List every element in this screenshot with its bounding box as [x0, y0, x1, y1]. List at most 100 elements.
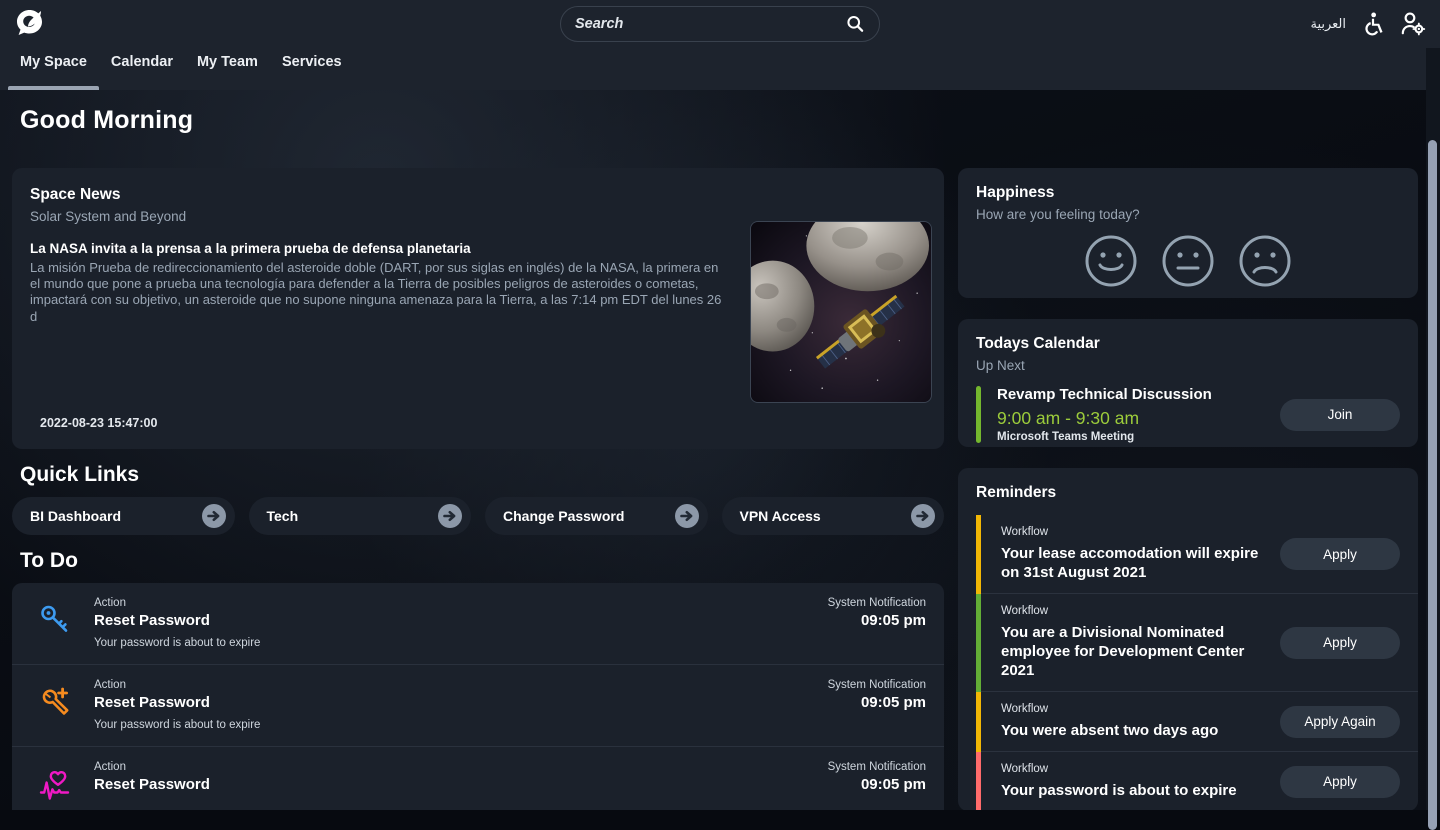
happiness-subtitle: How are you feeling today? [976, 207, 1400, 222]
todo-item-desc: Your password is about to expire [94, 637, 828, 649]
table-row[interactable]: Action Reset Password System Notificatio… [12, 747, 944, 810]
tab-label: Calendar [111, 54, 173, 70]
wheelchair-icon[interactable] [1360, 11, 1386, 37]
list-item[interactable]: Workflow You are a Divisional Nominated … [958, 594, 1418, 692]
sad-face-icon[interactable] [1238, 234, 1292, 288]
reminder-text-block: Workflow Your password is about to expir… [1001, 763, 1280, 800]
todo-item-content: Action Reset Password Your password is a… [94, 597, 828, 649]
todo-item-kind: Action [94, 679, 828, 691]
tab-calendar[interactable]: Calendar [99, 48, 185, 90]
reminders-title: Reminders [958, 484, 1418, 502]
mood-options [976, 234, 1400, 288]
news-image[interactable] [750, 221, 932, 403]
quick-link-vpn-access[interactable]: VPN Access [722, 497, 945, 535]
quick-links-row: BI Dashboard Tech Change Password [12, 497, 944, 535]
todo-item-meta: System Notification 09:05 pm [828, 761, 926, 793]
tab-services[interactable]: Services [270, 48, 354, 90]
reminder-apply-again-button[interactable]: Apply Again [1280, 706, 1400, 738]
reminders-list: Workflow Your lease accomodation will ex… [958, 515, 1418, 810]
list-item[interactable]: Workflow Your password is about to expir… [958, 752, 1418, 810]
right-column: Happiness How are you feeling today? [958, 168, 1418, 810]
todo-title: To Do [20, 549, 944, 573]
arrow-right-circle-icon[interactable] [437, 503, 463, 529]
todo-item-name: Reset Password [94, 694, 828, 711]
key-icon [38, 603, 72, 637]
news-body-text: La misión Prueba de redireccionamiento d… [30, 260, 730, 325]
todays-calendar-card: Todays Calendar Up Next Revamp Technical… [958, 319, 1418, 447]
reminder-apply-button[interactable]: Apply [1280, 538, 1400, 570]
user-settings-icon[interactable] [1400, 11, 1426, 37]
reminder-content: Workflow You are a Divisional Nominated … [981, 594, 1418, 692]
table-row[interactable]: Action Reset Password Your password is a… [12, 665, 944, 747]
page-content: Good Morning Space News Solar System and… [0, 90, 1440, 810]
arrow-right-circle-icon[interactable] [910, 503, 936, 529]
happy-face-icon[interactable] [1084, 234, 1138, 288]
reminder-text: You were absent two days ago [1001, 721, 1268, 740]
page-scrollbar-track[interactable] [1426, 48, 1440, 810]
reminder-text: Your password is about to expire [1001, 781, 1268, 800]
happiness-title: Happiness [976, 184, 1400, 202]
reminder-kind: Workflow [1001, 763, 1268, 775]
quick-link-change-password[interactable]: Change Password [485, 497, 708, 535]
todo-item-meta: System Notification 09:05 pm [828, 597, 926, 629]
page-scrollbar-thumb[interactable] [1428, 140, 1437, 830]
search-icon[interactable] [845, 14, 865, 34]
tab-my-team[interactable]: My Team [185, 48, 270, 90]
reminder-content: Workflow You were absent two days ago Ap… [981, 692, 1418, 752]
todo-item-source: System Notification [828, 679, 926, 691]
todo-item-time: 09:05 pm [828, 694, 926, 711]
arrow-right-circle-icon[interactable] [201, 503, 227, 529]
calendar-event: Revamp Technical Discussion 9:00 am - 9:… [976, 386, 1400, 443]
tab-my-space[interactable]: My Space [8, 48, 99, 90]
reminders-card: Reminders Workflow Your lease accomodati… [958, 468, 1418, 810]
space-news-card: Space News Solar System and Beyond La NA… [12, 168, 944, 449]
tab-label: My Space [20, 54, 87, 70]
todo-item-name: Reset Password [94, 776, 828, 793]
todo-item-kind: Action [94, 761, 828, 773]
todo-item-content: Action Reset Password Your password is a… [94, 679, 828, 731]
todo-item-name: Reset Password [94, 612, 828, 629]
quick-link-label: Change Password [503, 508, 674, 524]
reminder-text-block: Workflow You were absent two days ago [1001, 703, 1280, 740]
quick-links-title: Quick Links [20, 463, 944, 487]
todo-item-desc: Your password is about to expire [94, 719, 828, 731]
reminder-apply-button[interactable]: Apply [1280, 766, 1400, 798]
list-item[interactable]: Workflow You were absent two days ago Ap… [958, 692, 1418, 752]
reminder-content: Workflow Your password is about to expir… [981, 752, 1418, 810]
neutral-face-icon[interactable] [1161, 234, 1215, 288]
reminder-kind: Workflow [1001, 703, 1268, 715]
app-logo[interactable] [0, 0, 60, 48]
event-time: 9:00 am - 9:30 am [997, 408, 1280, 429]
quick-link-label: BI Dashboard [30, 508, 201, 524]
wrench-plus-icon [38, 685, 72, 719]
tab-label: My Team [197, 54, 258, 70]
reminder-text-block: Workflow You are a Divisional Nominated … [1001, 605, 1280, 680]
happiness-card: Happiness How are you feeling today? [958, 168, 1418, 298]
search-input[interactable] [575, 16, 845, 32]
search-box[interactable] [560, 6, 880, 42]
arrow-right-circle-icon[interactable] [674, 503, 700, 529]
todo-item-meta: System Notification 09:05 pm [828, 679, 926, 711]
news-timestamp: 2022-08-23 15:47:00 [40, 416, 157, 430]
reminder-content: Workflow Your lease accomodation will ex… [981, 515, 1418, 594]
table-row[interactable]: Action Reset Password Your password is a… [12, 583, 944, 665]
left-column: Space News Solar System and Beyond La NA… [12, 168, 944, 810]
list-item[interactable]: Workflow Your lease accomodation will ex… [958, 515, 1418, 594]
todo-item-content: Action Reset Password [94, 761, 828, 801]
todo-item-source: System Notification [828, 761, 926, 773]
quick-link-label: VPN Access [740, 508, 911, 524]
reminder-apply-button[interactable]: Apply [1280, 627, 1400, 659]
reminder-text: You are a Divisional Nominated employee … [1001, 623, 1268, 680]
event-details: Revamp Technical Discussion 9:00 am - 9:… [997, 386, 1280, 443]
language-switch-link[interactable]: العربية [1310, 17, 1346, 32]
todo-item-time: 09:05 pm [828, 612, 926, 629]
heartbeat-icon [38, 767, 72, 801]
quick-link-label: Tech [267, 508, 438, 524]
reminder-text-block: Workflow Your lease accomodation will ex… [1001, 526, 1280, 582]
calendar-subtitle: Up Next [976, 358, 1400, 373]
quick-link-bi-dashboard[interactable]: BI Dashboard [12, 497, 235, 535]
join-meeting-button[interactable]: Join [1280, 399, 1400, 431]
reminder-kind: Workflow [1001, 526, 1268, 538]
quick-link-tech[interactable]: Tech [249, 497, 472, 535]
reminder-kind: Workflow [1001, 605, 1268, 617]
